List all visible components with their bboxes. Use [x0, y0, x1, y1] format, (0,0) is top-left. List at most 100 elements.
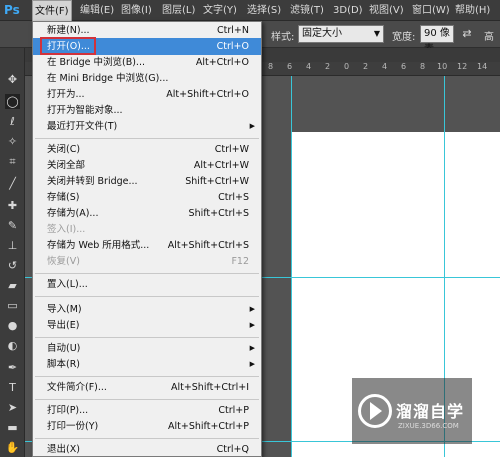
- menu-item-save-for-web[interactable]: 存储为 Web 所用格式... Alt+Shift+Ctrl+S: [33, 237, 261, 254]
- clone-stamp-tool-icon[interactable]: ⊥: [5, 238, 20, 253]
- menu-layer[interactable]: 图层(L): [160, 0, 197, 21]
- blur-tool-icon[interactable]: ●: [5, 318, 20, 333]
- menu-separator: [35, 337, 259, 338]
- menu-item-label: 脚本(R): [47, 359, 81, 370]
- menu-separator: [35, 438, 259, 439]
- menu-image[interactable]: 图像(I): [119, 0, 154, 21]
- menu-item-shortcut: Ctrl+N: [217, 25, 249, 36]
- brush-tool-icon[interactable]: ✎: [5, 218, 20, 233]
- eraser-tool-icon[interactable]: ▰: [5, 278, 20, 293]
- marquee-tool-icon[interactable]: ◯: [5, 94, 20, 109]
- menu-select[interactable]: 选择(S): [245, 0, 283, 21]
- menu-item-label: 退出(X): [47, 444, 80, 455]
- menu-item-label: 文件简介(F)...: [47, 382, 107, 393]
- menu-item-browse-bridge[interactable]: 在 Bridge 中浏览(B)... Alt+Ctrl+O: [33, 54, 261, 71]
- menu-item-close[interactable]: 关闭(C) Ctrl+W: [33, 141, 261, 158]
- dodge-tool-icon[interactable]: ◐: [5, 338, 20, 353]
- menu-item-close-go-bridge[interactable]: 关闭并转到 Bridge... Shift+Ctrl+W: [33, 173, 261, 190]
- type-tool-icon[interactable]: T: [5, 380, 20, 395]
- menu-type[interactable]: 文字(Y): [201, 0, 239, 21]
- pen-tool-icon[interactable]: ✒: [5, 360, 20, 375]
- menu-item-shortcut: Ctrl+W: [214, 144, 249, 155]
- menu-item-shortcut: Alt+Shift+Ctrl+O: [166, 89, 249, 100]
- menu-item-automate[interactable]: 自动(U) ▶: [33, 340, 261, 357]
- menu-item-file-info[interactable]: 文件简介(F)... Alt+Shift+Ctrl+I: [33, 379, 261, 396]
- eyedropper-tool-icon[interactable]: ╱: [5, 176, 20, 191]
- menu-item-label: 打开为...: [47, 89, 85, 100]
- menu-item-import[interactable]: 导入(M) ▶: [33, 301, 261, 318]
- menu-item-scripts[interactable]: 脚本(R) ▶: [33, 356, 261, 373]
- highlight-box: [40, 37, 96, 55]
- menu-3d[interactable]: 3D(D): [331, 0, 365, 21]
- menu-item-shortcut: Ctrl+O: [216, 41, 249, 52]
- crop-tool-icon[interactable]: ⌗: [5, 154, 20, 169]
- menu-item-close-all[interactable]: 关闭全部 Alt+Ctrl+W: [33, 157, 261, 174]
- move-tool-icon[interactable]: ✥: [5, 72, 20, 87]
- play-icon: [370, 402, 382, 420]
- shape-tool-icon[interactable]: ▬: [5, 420, 20, 435]
- menu-item-label: 在 Mini Bridge 中浏览(G)...: [47, 73, 169, 84]
- menu-item-save[interactable]: 存储(S) Ctrl+S: [33, 189, 261, 206]
- gradient-tool-icon[interactable]: ▭: [5, 298, 20, 313]
- menu-item-shortcut: Shift+Ctrl+S: [188, 208, 249, 219]
- hand-tool-icon[interactable]: ✋: [5, 440, 20, 455]
- menu-item-open-as[interactable]: 打开为... Alt+Shift+Ctrl+O: [33, 86, 261, 103]
- menu-item-browse-mini-bridge[interactable]: 在 Mini Bridge 中浏览(G)...: [33, 70, 261, 87]
- menu-separator: [35, 138, 259, 139]
- menu-item-shortcut: F12: [231, 256, 249, 267]
- guide-line-vertical[interactable]: [291, 76, 292, 457]
- menu-item-exit[interactable]: 退出(X) Ctrl+Q: [33, 441, 261, 457]
- healing-brush-tool-icon[interactable]: ✚: [5, 198, 20, 213]
- ruler-tick: 6: [401, 62, 407, 71]
- watermark: 溜溜自学 ZIXUE.3D66.COM: [352, 378, 472, 444]
- menu-item-label: 导出(E): [47, 320, 80, 331]
- ruler-tick: 14: [477, 62, 488, 71]
- magic-wand-tool-icon[interactable]: ✧: [5, 134, 20, 149]
- menu-filter[interactable]: 滤镜(T): [288, 0, 326, 21]
- tools-panel: ✥ ◯ ℓ ✧ ⌗ ╱ ✚ ✎ ⊥ ↺ ▰ ▭ ● ◐ ✒ T ➤ ▬ ✋: [0, 48, 25, 457]
- menu-item-label: 签入(I)...: [47, 224, 86, 235]
- ruler-tick: 6: [287, 62, 293, 71]
- menu-separator: [35, 376, 259, 377]
- menu-item-place[interactable]: 置入(L)...: [33, 276, 261, 293]
- chevron-down-icon: ▼: [373, 29, 380, 38]
- menu-item-check-in: 签入(I)...: [33, 221, 261, 238]
- history-brush-tool-icon[interactable]: ↺: [5, 258, 20, 273]
- menu-item-save-as[interactable]: 存储为(A)... Shift+Ctrl+S: [33, 205, 261, 222]
- style-select[interactable]: 固定大小 ▼: [298, 25, 384, 43]
- menu-item-print[interactable]: 打印(P)... Ctrl+P: [33, 402, 261, 419]
- menu-edit[interactable]: 编辑(E): [78, 0, 116, 21]
- ruler-tick: 2: [325, 62, 331, 71]
- swap-icon[interactable]: ⇄: [460, 27, 474, 41]
- menu-item-export[interactable]: 导出(E) ▶: [33, 317, 261, 334]
- menu-window[interactable]: 窗口(W): [410, 0, 452, 21]
- menu-item-label: 置入(L)...: [47, 279, 88, 290]
- menu-item-label: 打印(P)...: [47, 405, 89, 416]
- submenu-arrow-icon: ▶: [249, 305, 255, 313]
- ruler-tick: 12: [457, 62, 468, 71]
- menu-help[interactable]: 帮助(H): [453, 0, 492, 21]
- lasso-tool-icon[interactable]: ℓ: [5, 114, 20, 129]
- menu-item-open-smart-object[interactable]: 打开为智能对象...: [33, 102, 261, 119]
- menu-view[interactable]: 视图(V): [367, 0, 406, 21]
- menu-file[interactable]: 文件(F): [32, 0, 72, 21]
- menu-item-print-one-copy[interactable]: 打印一份(Y) Alt+Shift+Ctrl+P: [33, 418, 261, 435]
- menu-item-label: 关闭(C): [47, 144, 81, 155]
- menu-item-label: 存储为 Web 所用格式...: [47, 240, 150, 251]
- style-label: 样式:: [271, 32, 295, 43]
- menu-separator: [35, 399, 259, 400]
- menu-item-shortcut: Alt+Shift+Ctrl+I: [170, 382, 249, 393]
- path-selection-tool-icon[interactable]: ➤: [5, 400, 20, 415]
- ruler-tick: 4: [382, 62, 388, 71]
- watermark-title: 溜溜自学: [396, 402, 465, 421]
- menu-item-shortcut: Ctrl+Q: [216, 444, 249, 455]
- menu-item-label: 自动(U): [47, 343, 81, 354]
- menu-item-label: 最近打开文件(T): [47, 121, 118, 132]
- photoshop-logo: Ps: [4, 3, 20, 17]
- menu-item-label: 存储(S): [47, 192, 80, 203]
- menu-item-recent-files[interactable]: 最近打开文件(T) ▶: [33, 118, 261, 135]
- menu-item-label: 打开为智能对象...: [47, 105, 123, 116]
- menu-bar: Ps 文件(F) 编辑(E) 图像(I) 图层(L) 文字(Y) 选择(S) 滤…: [0, 0, 500, 21]
- menu-item-label: 存储为(A)...: [47, 208, 99, 219]
- width-input[interactable]: 90 像素: [420, 25, 454, 55]
